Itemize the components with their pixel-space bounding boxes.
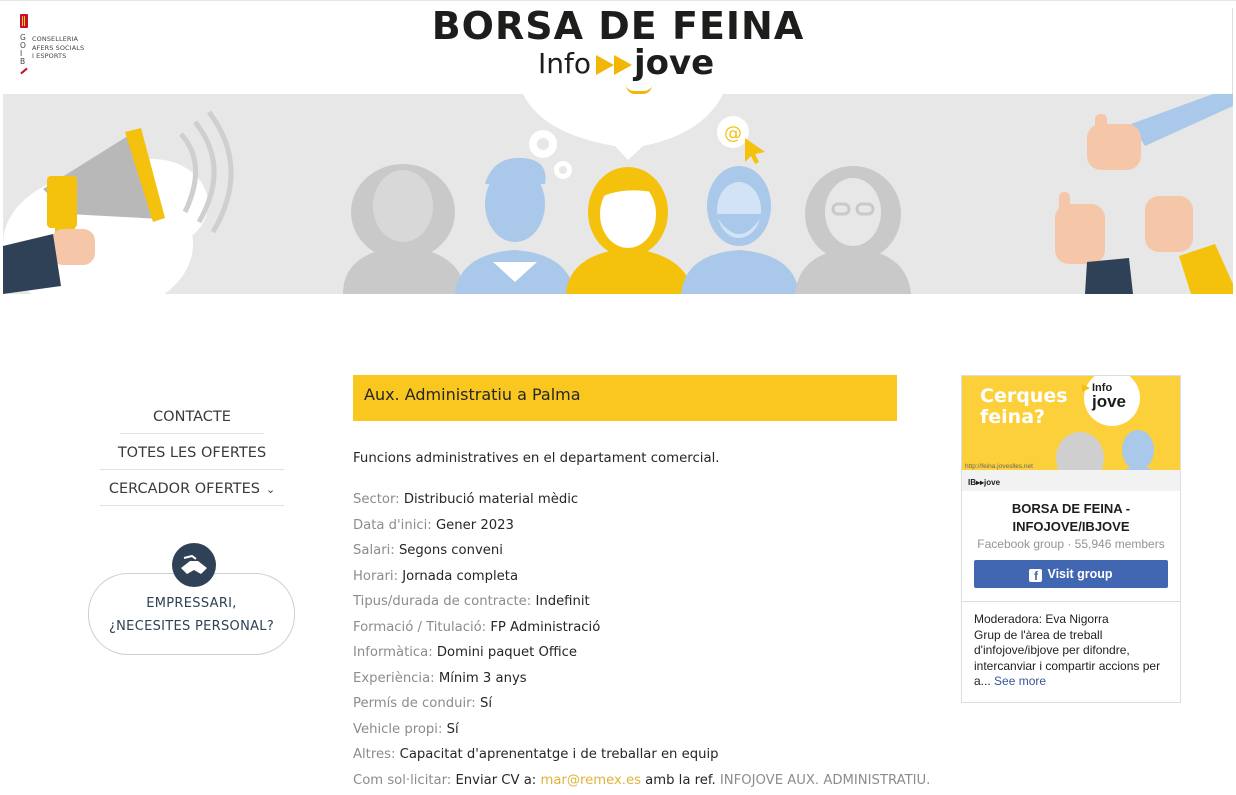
field-contract: Tipus/durada de contracte: Indefinit [353,591,933,617]
field-how-to-apply: Com sol·licitar: Enviar CV a: mar@remex.… [353,770,933,795]
nav-offer-search-label: CERCADOR OFERTES [109,481,260,497]
job-title: Aux. Administratiu a Palma [364,385,581,404]
job-title-bar: Aux. Administratiu a Palma [353,375,897,421]
nav-contact[interactable]: CONTACTE [120,398,264,434]
chevron-down-icon: ⌄ [266,483,275,496]
brand-info-text: Info [538,47,591,80]
fb-group-name[interactable]: BORSA DE FEINA - INFOJOVE/IBJOVE [962,500,1180,536]
cover-ibjove-logo: IB▸▸jove [968,478,1000,487]
hero-banner: @ [3,94,1233,294]
email-link[interactable]: mar@remex.es [540,773,641,788]
brand-jove-text: jove [634,43,714,83]
fast-forward-icon [596,55,634,75]
side-nav: CONTACTE TOTES LES OFERTES CERCADOR OFER… [100,398,284,506]
fb-group-description: Moderadora: Eva Nigorra Grup de l'àrea d… [974,612,1170,690]
facebook-icon: f [1029,569,1042,582]
employer-line2: ¿NECESITES PERSONAL? [89,619,294,634]
cover-url: http://feina.joveslles.net [965,463,1033,470]
nav-all-offers[interactable]: TOTES LES OFERTES [100,434,284,470]
cover-brand-jove: jove [1092,392,1126,412]
field-experience: Experiència: Mínim 3 anys [353,668,933,694]
field-other: Altres: Capacitat d'aprenentatge i de tr… [353,744,933,770]
fb-group-meta: Facebook group · 55,946 members [962,537,1180,551]
handshake-icon [172,543,216,587]
job-fields: Sector: Distribució material mèdic Data … [353,489,933,795]
field-start-date: Data d'inici: Gener 2023 [353,515,933,541]
fb-divider [962,601,1180,602]
field-driving-license: Permís de conduir: Sí [353,693,933,719]
see-more-link[interactable]: See more [994,674,1046,688]
field-sector: Sector: Distribució material mèdic [353,489,933,515]
nav-offer-search[interactable]: CERCADOR OFERTES ⌄ [100,470,284,506]
field-own-vehicle: Vehicle propi: Sí [353,719,933,745]
svg-text:@: @ [724,123,742,144]
field-computing: Informàtica: Domini paquet Office [353,642,933,668]
visit-group-button[interactable]: f Visit group [974,560,1168,588]
field-education: Formació / Titulació: FP Administració [353,617,933,643]
brand-smile [626,85,652,94]
banner-illustration: @ [3,94,1233,294]
page-title: BORSA DE FEINA [0,4,1236,48]
field-salary: Salari: Segons conveni [353,540,933,566]
nav-contact-label: CONTACTE [153,409,231,425]
employer-line1: EMPRESSARI, [89,596,294,611]
visit-group-label: Visit group [1047,567,1112,581]
goib-slash [20,68,27,75]
nav-all-offers-label: TOTES LES OFERTES [118,445,266,461]
fb-cover-image[interactable]: Cerques feina? Info jove http://feina.jo… [962,376,1180,491]
field-schedule: Horari: Jornada completa [353,566,933,592]
job-description: Funcions administratives en el departame… [353,451,720,466]
facebook-group-widget: Cerques feina? Info jove http://feina.jo… [961,375,1181,703]
